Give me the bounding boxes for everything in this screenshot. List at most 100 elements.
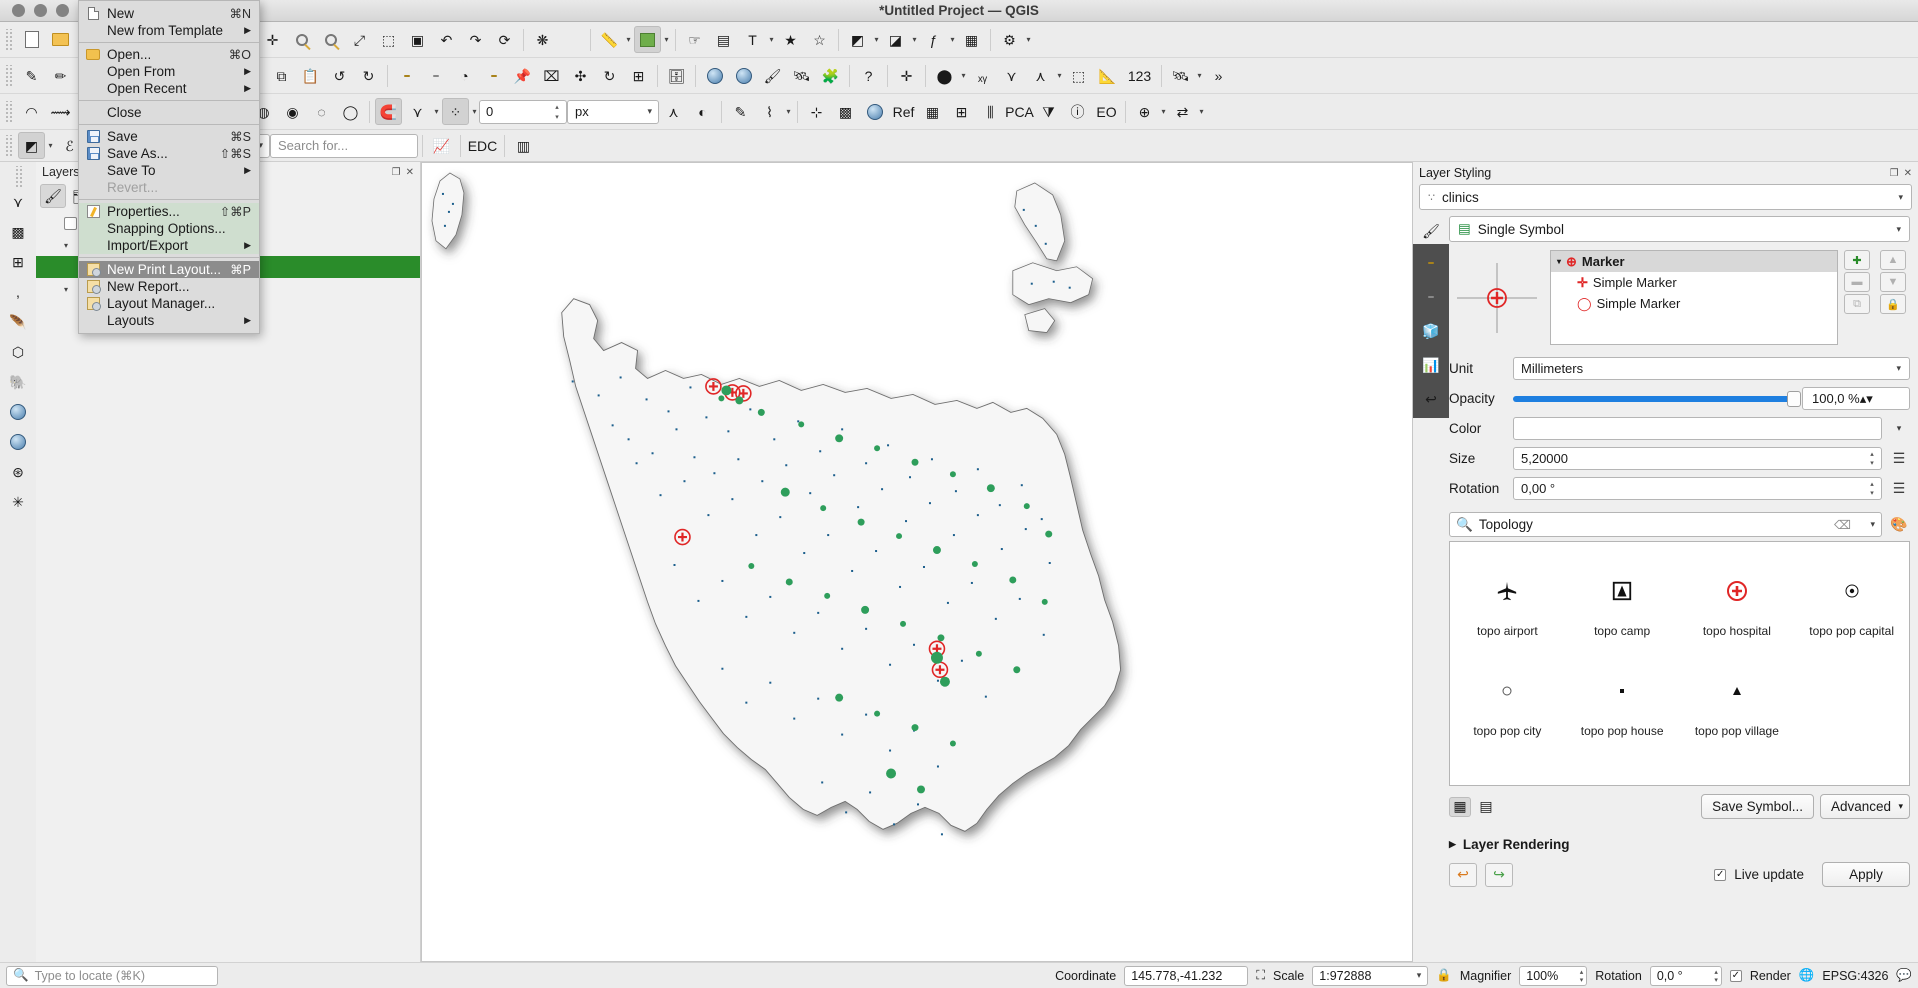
statistics-icon[interactable] xyxy=(558,26,585,53)
stepper-arrows[interactable]: ▴▾ xyxy=(1860,391,1873,407)
close-panel-icon[interactable]: ✕ xyxy=(406,167,414,178)
identify-features-icon[interactable]: ☞ xyxy=(681,26,708,53)
scp-plugin-icon[interactable]: ▥ xyxy=(510,132,537,159)
pan-to-selection-icon[interactable]: ✛ xyxy=(259,26,286,53)
semiautomatic-classification-icon[interactable]: ⧩ xyxy=(1035,98,1062,125)
tab-3d-view[interactable]: 🧊 xyxy=(1418,318,1444,344)
tab-diagrams[interactable]: 📊 xyxy=(1418,352,1444,378)
gallery-icon-view-button[interactable]: ▦ xyxy=(1449,796,1471,817)
fill-ring-icon[interactable]: ◉ xyxy=(279,98,306,125)
change-label-icon[interactable]: ⊞ xyxy=(625,62,652,89)
render-checkbox[interactable]: ✓ xyxy=(1729,969,1742,982)
undo-style-button[interactable]: ↩ xyxy=(1449,862,1477,887)
snapping-mode-icon[interactable]: ⋎ xyxy=(404,98,431,125)
crs-globe-icon[interactable]: 🌐 xyxy=(1799,968,1815,983)
show-bookmarks-icon[interactable]: ★ xyxy=(777,26,804,53)
style-manager-icon[interactable] xyxy=(634,26,661,53)
live-update-checkbox[interactable]: ✓ xyxy=(1714,868,1727,881)
symbol-tree-row[interactable]: ✛ Simple Marker xyxy=(1551,272,1837,293)
save-symbol-button[interactable]: Save Symbol... xyxy=(1701,794,1814,819)
symbol-layer-tree[interactable]: ▾ ⊕ Marker ✛ Simple Marker ◯ Simple Mark… xyxy=(1550,250,1838,345)
zoom-last-icon[interactable]: ↶ xyxy=(433,26,460,53)
data-source-dropdown-icon[interactable]: ▾ xyxy=(1159,98,1168,125)
magnifier-input[interactable]: 100% ▴ ▾ xyxy=(1519,965,1588,986)
paste-features-icon[interactable]: 📋 xyxy=(297,62,324,89)
coordinate-input[interactable]: 145.778,-41.232 xyxy=(1124,965,1249,986)
offset-curve-icon[interactable]: ⟿ xyxy=(47,98,74,125)
georeferencer-icon[interactable]: ⊹ xyxy=(803,98,830,125)
symbol-gallery-item[interactable]: topo pop village xyxy=(1680,652,1795,752)
zoom-full-icon[interactable]: ⤢ xyxy=(346,26,373,53)
symbol-search-input[interactable]: 🔍 Topology ⌫ ▾ xyxy=(1449,512,1882,537)
unit-select[interactable]: Millimeters xyxy=(1513,357,1910,380)
menu-item-open[interactable]: Open... ⌘O xyxy=(79,46,259,63)
xy-tools-icon[interactable]: ₓᵧ xyxy=(969,62,996,89)
chevron-down-icon[interactable]: ▾ xyxy=(64,285,74,294)
clear-search-icon[interactable]: ⌫ xyxy=(1834,518,1851,532)
apply-button[interactable]: Apply xyxy=(1822,862,1910,887)
select-features-icon[interactable]: ◩ xyxy=(844,26,871,53)
advanced-button[interactable]: Advanced ▾ xyxy=(1819,794,1910,819)
symbol-tree-row[interactable]: ▾ ⊕ Marker xyxy=(1551,251,1837,272)
refresh-icon[interactable]: ⟳ xyxy=(491,26,518,53)
messages-icon[interactable]: 💬 xyxy=(1896,968,1912,983)
ruler-icon[interactable]: 📐 xyxy=(1094,62,1121,89)
snapping-tolerance-input[interactable]: 0 ▴ ▾ xyxy=(479,99,567,124)
add-symbol-layer-button[interactable]: ✚ xyxy=(1844,250,1870,270)
menu-item-save-to[interactable]: Save To ▶ xyxy=(79,162,259,179)
opacity-value-input[interactable]: 100,0 % ▴▾ xyxy=(1802,387,1910,410)
toggle-editing-icon[interactable]: ✏ xyxy=(47,62,74,89)
rotation-input[interactable]: 0,00 ° ▴ ▾ xyxy=(1513,477,1882,500)
plugin-manager-icon[interactable]: 🧩 xyxy=(817,62,844,89)
toolbar-grip[interactable] xyxy=(4,64,13,87)
open-data-source-manager-icon[interactable]: ⊕ xyxy=(1131,98,1158,125)
select-by-expression-icon[interactable]: ƒ xyxy=(920,26,947,53)
offline-editing-icon[interactable]: 🛰 xyxy=(788,62,815,89)
zoom-to-selection-icon[interactable]: ⬚ xyxy=(375,26,402,53)
lock-scale-icon[interactable]: 🔒 xyxy=(1436,968,1452,983)
open-project-icon[interactable] xyxy=(47,26,74,53)
move-symbol-layer-up-button[interactable]: ▲ xyxy=(1880,250,1906,270)
chevron-down-icon[interactable]: ▾ xyxy=(64,241,74,250)
pin-labels-icon[interactable]: 📌 xyxy=(509,62,536,89)
locator-search-input[interactable]: 🔍 Type to locate (⌘K) xyxy=(6,965,218,986)
chevron-down-icon[interactable]: ▾ xyxy=(1417,970,1422,981)
dataplotly-icon[interactable]: ⫼ xyxy=(977,98,1004,125)
help-contents-icon[interactable]: ? xyxy=(855,62,882,89)
processing-toolbox-icon[interactable]: ⚙ xyxy=(996,26,1023,53)
map-tips-icon[interactable]: ✛ xyxy=(893,62,920,89)
opacity-slider-knob[interactable] xyxy=(1787,390,1801,407)
menu-item-new[interactable]: New ⌘N xyxy=(79,5,259,22)
curve-tool-icon[interactable]: ◠ xyxy=(18,98,45,125)
add-spatialite-layer-icon[interactable]: 🪶 xyxy=(4,308,32,336)
snapping-mode-dropdown-icon[interactable]: ▾ xyxy=(432,98,441,125)
symbol-gallery[interactable]: topo airport topo camp topo hospital top… xyxy=(1449,541,1910,786)
add-postgis-layer-icon[interactable]: 🐘▾ xyxy=(4,368,41,396)
zoom-out-icon[interactable] xyxy=(317,26,344,53)
toggle-extents-icon[interactable]: ⛶ xyxy=(1256,968,1265,983)
move-symbol-layer-down-button[interactable]: ▼ xyxy=(1880,272,1906,292)
deselect-dropdown-icon[interactable]: ▾ xyxy=(910,26,919,53)
opacity-slider[interactable] xyxy=(1513,390,1801,407)
layer-styling-window-controls[interactable]: ❐ ✕ xyxy=(1890,168,1912,179)
zoom-to-layer-icon[interactable]: ▣ xyxy=(404,26,431,53)
annotation-dropdown-icon[interactable]: ▾ xyxy=(767,26,776,53)
trace-icon[interactable]: ✎ xyxy=(727,98,754,125)
tab-history[interactable]: ↩ xyxy=(1418,386,1444,412)
style-dropdown-icon[interactable]: ▾ xyxy=(662,26,671,53)
table-plugin-icon[interactable]: ⊞ xyxy=(948,98,975,125)
menu-item-save-as[interactable]: Save As... ⇧⌘S xyxy=(79,145,259,162)
stepper-arrows[interactable]: ▴▾ xyxy=(550,102,564,122)
plot-tool-icon[interactable]: 📈 xyxy=(428,132,455,159)
qgis2web-icon[interactable] xyxy=(861,98,888,125)
menu-item-snapping-options[interactable]: Snapping Options... xyxy=(79,220,259,237)
snapping-unit-select[interactable]: px xyxy=(567,99,659,124)
node-tool-icon[interactable]: ⋎ xyxy=(998,62,1025,89)
stepper-arrows[interactable]: ▴▾ xyxy=(1714,968,1718,984)
topology-dropdown-icon[interactable]: ▾ xyxy=(1055,62,1064,89)
new-map-view-icon[interactable]: ▤ xyxy=(710,26,737,53)
new-scratch-layer-icon[interactable]: ✳▾ xyxy=(4,488,41,516)
new-virtual-layer-icon[interactable]: ❋ xyxy=(529,26,556,53)
chevron-down-icon[interactable]: ▾ xyxy=(1870,519,1875,530)
zoom-next-icon[interactable]: ↷ xyxy=(462,26,489,53)
